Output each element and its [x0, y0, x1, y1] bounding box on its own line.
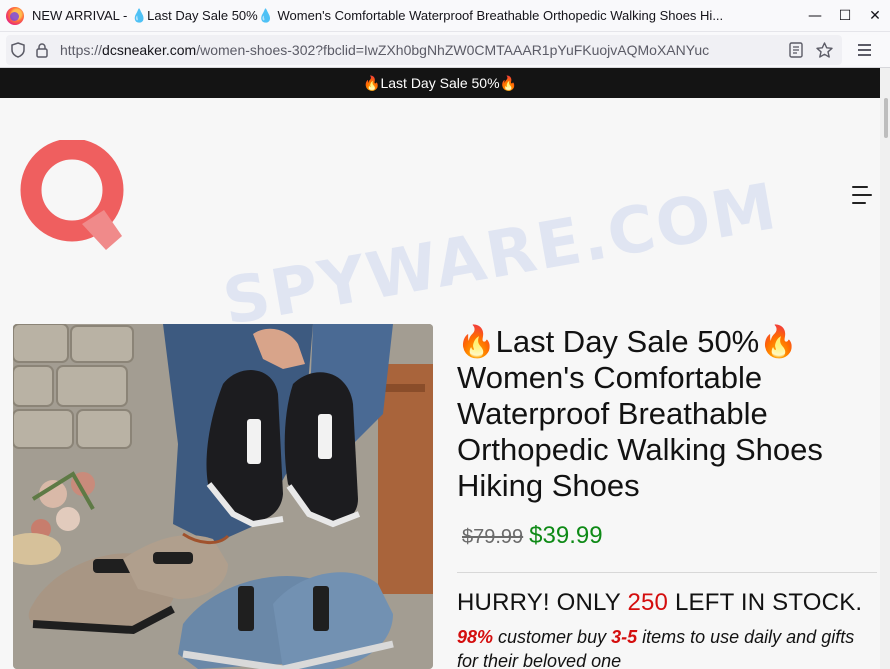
sale-price: $39.99 — [529, 522, 603, 549]
product-info: 🔥Last Day Sale 50%🔥 Women's Comfortable … — [457, 324, 877, 669]
reader-view-icon[interactable] — [782, 42, 810, 58]
stock-notice: HURRY! ONLY 250 LEFT IN STOCK. — [457, 589, 863, 616]
url-bar[interactable]: https://dcsneaker.com/women-shoes-302?fb… — [6, 35, 842, 65]
firefox-logo-icon — [6, 6, 24, 25]
page-scrollbar[interactable] — [880, 68, 890, 669]
url-actions — [782, 35, 838, 65]
minimize-button[interactable]: — — [800, 0, 830, 32]
page-viewport: 🔥Last Day Sale 50%🔥 SPYWARE.COM 🔥Last Da… — [0, 68, 890, 669]
divider — [457, 572, 877, 573]
maximize-button[interactable]: ☐ — [830, 0, 860, 32]
app-menu-icon[interactable] — [850, 38, 878, 62]
url-text[interactable]: https://dcsneaker.com/women-shoes-302?fb… — [60, 42, 780, 58]
window-titlebar: NEW ARRIVAL - 💧Last Day Sale 50%💧 Women'… — [0, 0, 890, 32]
announcement-bar: 🔥Last Day Sale 50%🔥 — [0, 68, 880, 98]
bookmark-star-icon[interactable] — [810, 42, 838, 58]
site-menu-icon[interactable] — [852, 186, 874, 204]
stock-count: 250 — [627, 589, 669, 616]
lock-icon[interactable] — [30, 35, 54, 65]
original-price: $79.99 — [462, 526, 524, 548]
watermark-text: SPYWARE.COM — [217, 169, 784, 341]
site-logo-icon[interactable] — [20, 140, 126, 252]
window-controls: — ☐ ✕ — [800, 0, 890, 32]
promo-text: 98% customer buy 3-5 items to use daily … — [457, 627, 855, 669]
product-image[interactable] — [13, 324, 433, 669]
scrollbar-thumb[interactable] — [884, 98, 888, 138]
shield-icon[interactable] — [6, 35, 30, 65]
price-row: $79.99 $39.99 — [457, 522, 877, 550]
close-button[interactable]: ✕ — [860, 0, 890, 32]
product-title: 🔥Last Day Sale 50%🔥 Women's Comfortable … — [457, 324, 823, 503]
window-title: NEW ARRIVAL - 💧Last Day Sale 50%💧 Women'… — [32, 7, 724, 23]
navigation-bar: https://dcsneaker.com/women-shoes-302?fb… — [0, 32, 890, 68]
